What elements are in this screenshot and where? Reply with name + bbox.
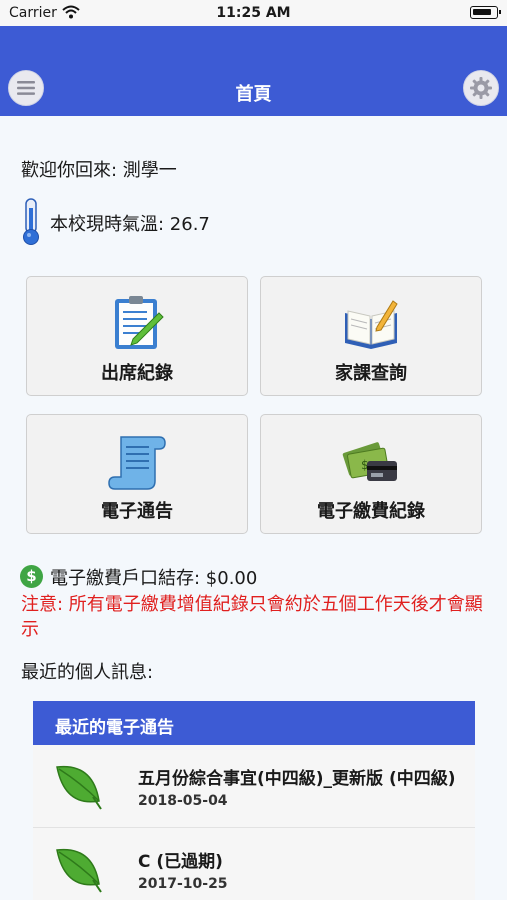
gear-icon xyxy=(470,77,492,99)
leaf-icon xyxy=(53,844,103,898)
recent-messages-label: 最近的個人訊息: xyxy=(21,662,154,683)
payment-notice: 注意: 所有電子繳費增值紀錄只會約於五個工作天後才會顯示 xyxy=(21,594,483,640)
notice-date: 2017-10-25 xyxy=(138,876,228,892)
notice-title: 五月份綜合事宜(中四級)_更新版 (中四級) xyxy=(138,769,456,789)
e-notice-tile[interactable]: 電子通告 xyxy=(26,414,248,534)
welcome-text: 歡迎你回來: 測學一 xyxy=(21,160,177,181)
recent-notices-header: 最近的電子通告 xyxy=(33,701,475,745)
dollar-coin-icon: $ xyxy=(20,565,43,588)
thermometer-icon xyxy=(21,198,41,250)
attendance-label: 出席紀錄 xyxy=(101,363,173,384)
notice-title: C (已過期) xyxy=(138,852,223,872)
homework-book-icon xyxy=(345,300,398,349)
status-bar: Carrier 11:25 AM xyxy=(0,0,507,26)
settings-button[interactable] xyxy=(463,70,499,106)
e-payment-label: 電子繳費紀錄 xyxy=(317,501,425,522)
temperature-text: 本校現時氣溫: 26.7 xyxy=(50,214,210,235)
notice-list-item[interactable]: C (已過期) 2017-10-25 xyxy=(33,828,475,900)
attendance-tile[interactable]: 出席紀錄 xyxy=(26,276,248,396)
battery-icon xyxy=(470,6,501,19)
notice-date: 2018-05-04 xyxy=(138,793,228,809)
homework-label: 家課查詢 xyxy=(335,363,407,384)
leaf-icon xyxy=(53,761,103,815)
e-notice-label: 電子通告 xyxy=(101,501,173,522)
recent-notices-panel: 最近的電子通告 五月份綜合事宜(中四級)_更新版 (中四級) 2018-05-0… xyxy=(33,701,475,900)
nav-bar: 首頁 xyxy=(0,26,507,116)
recent-notices-title: 最近的電子通告 xyxy=(55,718,174,738)
homework-tile[interactable]: 家課查詢 xyxy=(260,276,482,396)
payment-cash-card-icon: $ xyxy=(342,442,397,481)
e-payment-tile[interactable]: $ 電子繳費紀錄 xyxy=(260,414,482,534)
notice-list-item[interactable]: 五月份綜合事宜(中四級)_更新版 (中四級) 2018-05-04 xyxy=(33,745,475,828)
balance-text: 電子繳費戶口結存: $0.00 xyxy=(50,568,258,589)
attendance-clipboard-icon xyxy=(115,296,164,349)
page-title: 首頁 xyxy=(235,84,272,105)
clock: 11:25 AM xyxy=(216,5,291,21)
notice-scroll-icon xyxy=(108,436,166,490)
